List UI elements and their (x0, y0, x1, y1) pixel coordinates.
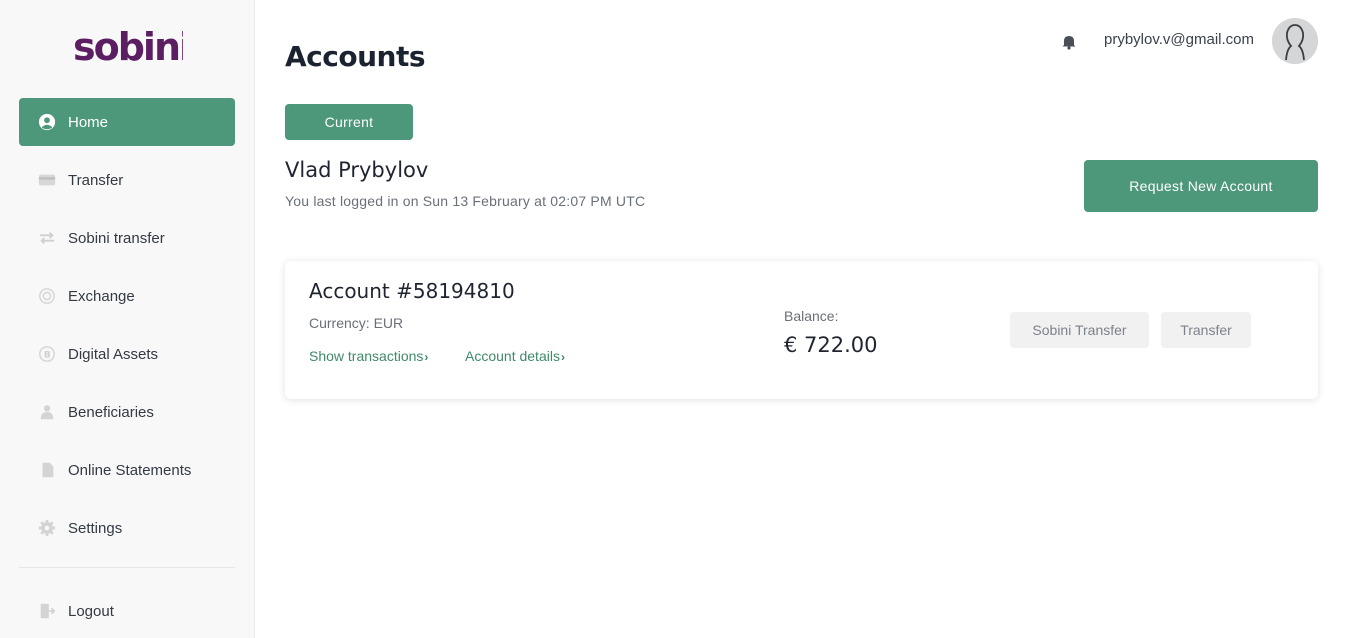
sidebar-item-label: Home (68, 113, 109, 131)
sidebar-item-label: Exchange (68, 287, 135, 305)
balance-value: € 722.00 (784, 333, 878, 357)
tab-current[interactable]: Current (285, 104, 413, 140)
gear-icon (37, 519, 56, 538)
account-details-link[interactable]: Account details› (465, 348, 565, 364)
account-number: Account #58194810 (309, 279, 515, 303)
balance-label: Balance: (784, 308, 839, 324)
logout-label: Logout (68, 602, 114, 620)
transfer-button[interactable]: Transfer (1161, 312, 1251, 348)
show-transactions-label: Show transactions (309, 348, 424, 364)
bitcoin-icon: B (37, 345, 56, 364)
users-icon (37, 403, 56, 422)
avatar[interactable] (1272, 18, 1318, 64)
user-circle-icon (37, 113, 56, 132)
sobini-logo[interactable]: sobini (73, 25, 192, 69)
logout-button[interactable]: Logout (19, 587, 235, 635)
sidebar-item-beneficiaries[interactable]: Beneficiaries (19, 388, 235, 436)
svg-text:B: B (43, 351, 50, 361)
show-transactions-link[interactable]: Show transactions› (309, 348, 428, 364)
sidebar-item-online-statements[interactable]: Online Statements (19, 446, 235, 494)
sidebar-divider (19, 567, 235, 568)
user-name: Vlad Prybylov (285, 158, 429, 182)
sidebar-item-home[interactable]: Home (19, 98, 235, 146)
document-icon (37, 461, 56, 480)
request-new-account-button[interactable]: Request New Account (1084, 160, 1318, 212)
sidebar-item-label: Settings (68, 519, 123, 537)
chevron-right-icon: › (424, 350, 429, 364)
sobini-transfer-button[interactable]: Sobini Transfer (1010, 312, 1149, 348)
sidebar-item-digital-assets[interactable]: B Digital Assets (19, 330, 235, 378)
account-card: Account #58194810 Currency: EUR Show tra… (285, 261, 1318, 399)
sidebar-item-sobini-transfer[interactable]: Sobini transfer (19, 214, 235, 262)
sidebar-nav: Home Transfer Sobini transfer Exchange B… (19, 98, 235, 562)
svg-text:sobini: sobini (73, 26, 183, 68)
main-content: Accounts prybylov.v@gmail.com Current Vl… (256, 0, 1349, 638)
bell-icon[interactable] (1061, 33, 1077, 50)
sidebar-item-label: Beneficiaries (68, 403, 154, 421)
sidebar-item-settings[interactable]: Settings (19, 504, 235, 552)
sidebar-item-exchange[interactable]: Exchange (19, 272, 235, 320)
card-icon (37, 171, 56, 190)
sidebar: sobini Home Transfer Sobini transfer Exc… (0, 0, 255, 638)
sidebar-item-label: Sobini transfer (68, 229, 165, 247)
account-details-label: Account details (465, 348, 560, 364)
account-currency: Currency: EUR (309, 315, 404, 331)
page-title: Accounts (285, 40, 426, 73)
sidebar-item-label: Digital Assets (68, 345, 159, 363)
logout-icon (37, 602, 56, 621)
arrows-exchange-icon (37, 229, 56, 248)
sidebar-item-label: Online Statements (68, 461, 192, 479)
last-login-text: You last logged in on Sun 13 February at… (285, 193, 646, 209)
coins-icon (37, 287, 56, 306)
chevron-right-icon: › (560, 350, 565, 364)
sidebar-item-label: Transfer (68, 171, 124, 189)
user-email[interactable]: prybylov.v@gmail.com (1104, 31, 1254, 48)
sidebar-item-transfer[interactable]: Transfer (19, 156, 235, 204)
